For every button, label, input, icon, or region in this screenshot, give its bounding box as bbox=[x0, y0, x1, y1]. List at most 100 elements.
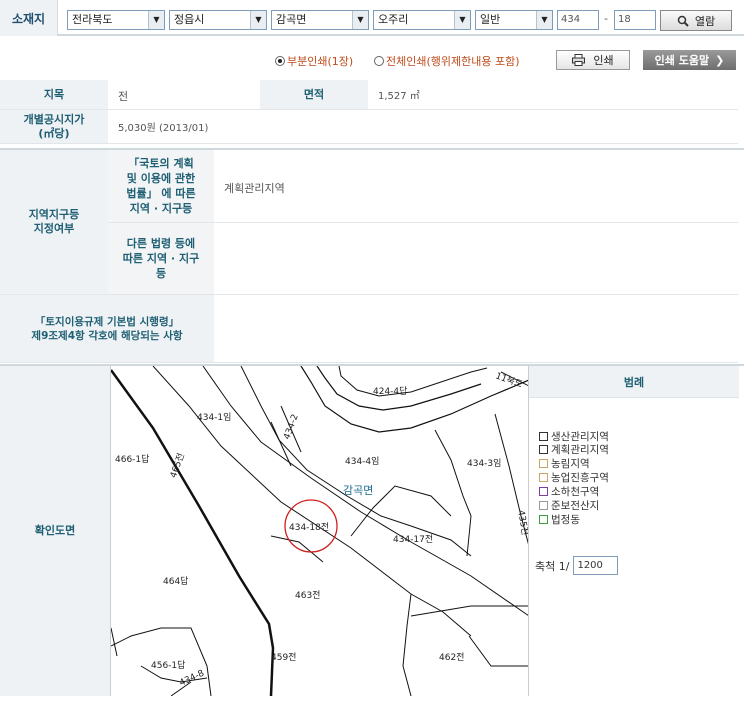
chevron-down-icon[interactable]: ▼ bbox=[148, 11, 164, 29]
chevron-down-icon[interactable]: ▼ bbox=[352, 11, 368, 29]
radio-unselected-icon[interactable] bbox=[374, 56, 384, 66]
parcel-label: 434-4임 bbox=[345, 455, 379, 467]
view-button[interactable]: 열람 bbox=[660, 10, 732, 31]
map-scale: 축척 1/ 1200 bbox=[535, 556, 619, 575]
parcel-label: 456-1답 bbox=[151, 659, 185, 671]
zone-label-line1: 지역지구등 bbox=[28, 208, 80, 221]
jimok-label: 지목 bbox=[0, 80, 108, 110]
land-type-value: 일반 bbox=[480, 13, 501, 26]
view-button-label: 열람 bbox=[694, 14, 716, 28]
main-number-input[interactable]: 434 bbox=[557, 10, 599, 30]
parcel-label: 466-1답 bbox=[115, 453, 149, 465]
national-law-line4: 지역 · 지구등 bbox=[129, 202, 193, 215]
legend-swatch-icon bbox=[539, 473, 548, 482]
partial-print-label: 부분인쇄(1장) bbox=[287, 55, 354, 68]
cadastral-map-svg[interactable]: 424-4답 434-1임 466-1답 434-2 434-4임 434-3임… bbox=[111, 366, 528, 696]
legend-swatch-icon bbox=[539, 445, 548, 454]
legend-item-label: 계획관리지역 bbox=[551, 444, 609, 456]
legend-item-label: 소하천구역 bbox=[551, 486, 600, 498]
village-select[interactable]: 오주리 ▼ bbox=[373, 10, 471, 30]
village-value: 오주리 bbox=[378, 13, 409, 26]
sub-number-input[interactable]: 18 bbox=[614, 10, 656, 30]
other-law-line1: 다른 법령 등에 bbox=[126, 237, 196, 250]
chevron-down-icon[interactable]: ▼ bbox=[536, 11, 552, 29]
national-law-zone-value: 계획관리지역 bbox=[214, 150, 738, 223]
legend-item: 농림지역 bbox=[539, 457, 590, 470]
parcel-label: 462전 bbox=[439, 652, 464, 663]
regulation-value bbox=[214, 295, 738, 363]
scale-input[interactable]: 1200 bbox=[573, 556, 619, 575]
other-law-line3: 등 bbox=[155, 267, 167, 280]
national-law-line3: 법률」 에 따른 bbox=[126, 187, 196, 200]
national-law-line2: 및 이용에 관한 bbox=[126, 172, 196, 185]
parcel-label: 463전 bbox=[295, 590, 320, 601]
partial-print-radio[interactable]: 부분인쇄(1장) bbox=[275, 53, 353, 69]
print-button-label: 인쇄 bbox=[593, 54, 614, 67]
chevron-right-icon: ❯ bbox=[715, 53, 725, 67]
city-select[interactable]: 정읍시 ▼ bbox=[169, 10, 267, 30]
province-value: 전라북도 bbox=[72, 13, 113, 26]
location-bar: 소재지 전라북도 ▼ 정읍시 ▼ 감곡면 ▼ 오주리 ▼ 일반 ▼ 434 - … bbox=[0, 0, 744, 36]
print-button[interactable]: 인쇄 bbox=[556, 50, 630, 70]
number-separator: - bbox=[604, 12, 608, 25]
full-print-label: 전체인쇄(행위제한내용 포함) bbox=[386, 55, 520, 68]
town-label: 감곡면 bbox=[343, 484, 373, 497]
scale-label: 축척 1/ bbox=[535, 559, 570, 573]
other-law-zone-label: 다른 법령 등에 따른 지역 · 지구 등 bbox=[108, 223, 214, 295]
legend-item: 농업진흥구역 bbox=[539, 471, 609, 484]
legend-swatch-icon bbox=[539, 501, 548, 510]
parcel-label: 434-18전 bbox=[289, 522, 329, 533]
magnifier-icon bbox=[677, 15, 689, 27]
land-type-select[interactable]: 일반 ▼ bbox=[475, 10, 553, 30]
district-select[interactable]: 감곡면 ▼ bbox=[271, 10, 369, 30]
legend-item-label: 농업진흥구역 bbox=[551, 472, 609, 484]
legend-swatch-icon bbox=[539, 515, 548, 524]
price-label-line1: 개별공시지가 bbox=[23, 112, 85, 126]
zone-label-line2: 지정여부 bbox=[33, 222, 75, 235]
regulation-line1: 「토지이용규제 기본법 시행령」 bbox=[34, 315, 180, 328]
legend-item: 법정동 bbox=[539, 513, 580, 526]
chevron-down-icon[interactable]: ▼ bbox=[454, 11, 470, 29]
legend-item-label: 농림지역 bbox=[551, 458, 590, 470]
price-value: 5,030원 (2013/01) bbox=[108, 110, 738, 144]
legend-item: 준보전산지 bbox=[539, 499, 599, 512]
regulation-label: 「토지이용규제 기본법 시행령」 제9조제4항 각호에 해당되는 사항 bbox=[0, 295, 214, 363]
print-help-button[interactable]: 인쇄 도움말 ❯ bbox=[643, 50, 736, 70]
province-select[interactable]: 전라북도 ▼ bbox=[67, 10, 165, 30]
full-print-radio[interactable]: 전체인쇄(행위제한내용 포함) bbox=[374, 53, 520, 69]
parcel-label: 434-3임 bbox=[467, 457, 501, 469]
parcel-label: 459전 bbox=[271, 652, 296, 663]
area-value: 1,527 ㎡ bbox=[368, 80, 738, 110]
zone-label: 지역지구등 지정여부 bbox=[0, 150, 108, 295]
cadastral-map[interactable]: 424-4답 434-1임 466-1답 434-2 434-4임 434-3임… bbox=[110, 366, 528, 696]
radio-selected-icon[interactable] bbox=[275, 56, 285, 66]
city-value: 정읍시 bbox=[174, 13, 205, 26]
legend-item: 계획관리지역 bbox=[539, 443, 609, 456]
map-section-label: 확인도면 bbox=[0, 366, 110, 696]
parcel-label: 464답 bbox=[163, 575, 188, 587]
legend-swatch-icon bbox=[539, 432, 548, 441]
district-value: 감곡면 bbox=[276, 13, 307, 26]
parcel-label: 424-4답 bbox=[373, 385, 407, 397]
chevron-down-icon[interactable]: ▼ bbox=[250, 11, 266, 29]
legend-item-label: 준보전산지 bbox=[551, 500, 600, 512]
national-law-line1: 「국토의 계획 bbox=[128, 157, 194, 170]
other-law-line2: 따른 지역 · 지구 bbox=[122, 252, 200, 265]
national-law-zone-label: 「국토의 계획 및 이용에 관한 법률」 에 따른 지역 · 지구등 bbox=[108, 150, 214, 223]
location-label: 소재지 bbox=[0, 0, 58, 36]
map-legend: 범례 생산관리지역 계획관리지역 농림지역 농업진흥구역 소하천구역 준보전산지… bbox=[528, 366, 739, 696]
price-label-line2: (㎡당) bbox=[38, 126, 70, 140]
print-help-label: 인쇄 도움말 bbox=[654, 54, 710, 67]
printer-icon bbox=[572, 54, 586, 66]
area-label: 면적 bbox=[260, 80, 368, 110]
legend-title: 범례 bbox=[529, 366, 739, 398]
legend-swatch-icon bbox=[539, 487, 548, 496]
legend-item-label: 법정동 bbox=[551, 514, 580, 526]
land-use-page: 소재지 전라북도 ▼ 정읍시 ▼ 감곡면 ▼ 오주리 ▼ 일반 ▼ 434 - … bbox=[0, 0, 744, 702]
parcel-label: 434-17전 bbox=[393, 534, 433, 545]
other-law-zone-value bbox=[214, 223, 738, 295]
jimok-value: 전 bbox=[108, 80, 260, 110]
price-label: 개별공시지가 (㎡당) bbox=[0, 110, 108, 144]
legend-swatch-icon bbox=[539, 459, 548, 468]
parcel-label: 434-1임 bbox=[197, 411, 231, 423]
